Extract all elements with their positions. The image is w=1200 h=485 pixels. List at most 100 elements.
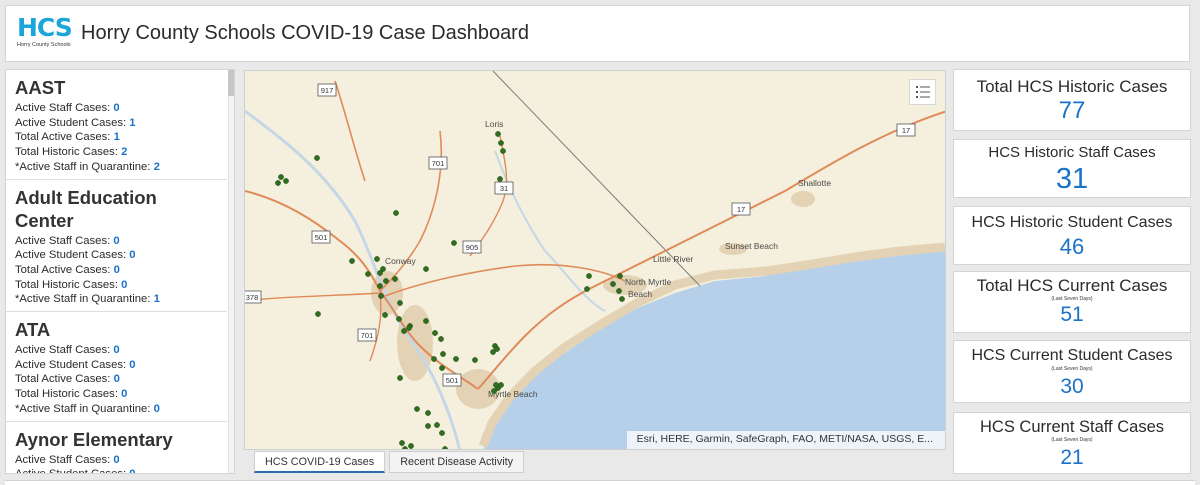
- case-marker[interactable]: [349, 258, 355, 264]
- case-marker[interactable]: [500, 148, 506, 154]
- case-marker[interactable]: [498, 140, 504, 146]
- case-marker[interactable]: [439, 365, 445, 371]
- place-label: Conway: [385, 256, 416, 266]
- indicator-historic-staff: HCS Historic Staff Cases 31: [953, 139, 1191, 198]
- indicator-value: 30: [1060, 375, 1084, 398]
- school-stat-row: *Active Staff in Quarantine: 1: [15, 292, 219, 307]
- case-marker[interactable]: [440, 351, 446, 357]
- case-marker[interactable]: [610, 281, 616, 287]
- case-marker[interactable]: [442, 446, 448, 450]
- case-marker[interactable]: [378, 293, 384, 299]
- case-marker[interactable]: [393, 210, 399, 216]
- case-marker[interactable]: [397, 375, 403, 381]
- svg-text:17: 17: [902, 126, 910, 135]
- case-marker[interactable]: [425, 410, 431, 416]
- case-marker[interactable]: [586, 273, 592, 279]
- case-marker[interactable]: [382, 312, 388, 318]
- case-marker[interactable]: [431, 356, 437, 362]
- school-stat-row: Total Historic Cases: 2: [15, 145, 219, 160]
- case-marker[interactable]: [314, 155, 320, 161]
- case-marker[interactable]: [401, 328, 407, 334]
- case-marker[interactable]: [396, 316, 402, 322]
- stat-label: *Active Staff in Quarantine:: [15, 402, 151, 415]
- school-stat-row: Active Staff Cases: 0: [15, 101, 219, 116]
- case-marker[interactable]: [406, 325, 412, 331]
- stat-label: *Active Staff in Quarantine:: [15, 293, 151, 306]
- svg-text:17: 17: [737, 205, 745, 214]
- school-card[interactable]: AAST Active Staff Cases: 0 Active Student …: [6, 70, 227, 180]
- case-marker[interactable]: [365, 271, 371, 277]
- case-map[interactable]: 917 17 701 31 17 501 905 378 701 501 Loris Shallot…: [244, 70, 946, 450]
- case-marker[interactable]: [275, 180, 281, 186]
- case-marker[interactable]: [392, 276, 398, 282]
- svg-text:905: 905: [466, 243, 479, 252]
- case-marker[interactable]: [497, 176, 503, 182]
- case-marker[interactable]: [438, 336, 444, 342]
- stat-label: *Active Staff in Quarantine:: [15, 160, 151, 173]
- case-marker[interactable]: [491, 388, 497, 394]
- case-marker[interactable]: [408, 443, 414, 449]
- indicator-value: 21: [1060, 446, 1084, 469]
- case-marker[interactable]: [425, 423, 431, 429]
- dashboard-header: HCS Horry County Schools Horry County Sc…: [5, 5, 1190, 62]
- map-attribution[interactable]: Esri, HERE, Garmin, SafeGraph, FAO, METI…: [626, 431, 945, 449]
- indicator-historic-student: HCS Historic Student Cases 46: [953, 206, 1191, 265]
- layer-list-icon: [915, 86, 930, 98]
- school-stat-row: Active Student Cases: 0: [15, 358, 219, 373]
- case-marker[interactable]: [472, 357, 478, 363]
- stat-value: 1: [113, 131, 120, 144]
- case-marker[interactable]: [453, 356, 459, 362]
- school-stat-row: Total Historic Cases: 0: [15, 278, 219, 293]
- case-marker[interactable]: [278, 174, 284, 180]
- school-card[interactable]: Adult Education Center Active Staff Cases…: [6, 180, 227, 313]
- case-marker[interactable]: [402, 446, 408, 450]
- school-card[interactable]: ATA Active Staff Cases: 0 Active Student C…: [6, 312, 227, 422]
- indicator-title: HCS Historic Staff Cases: [988, 144, 1156, 161]
- list-scrollbar[interactable]: [228, 70, 234, 473]
- case-marker[interactable]: [498, 382, 504, 388]
- indicator-current-staff: HCS Current Staff Cases (Last Seven Days…: [953, 412, 1191, 474]
- case-marker[interactable]: [493, 382, 499, 388]
- tab-hcs-covid-cases[interactable]: HCS COVID-19 Cases: [254, 451, 386, 473]
- case-marker[interactable]: [423, 266, 429, 272]
- case-marker[interactable]: [377, 270, 383, 276]
- case-marker[interactable]: [399, 440, 405, 446]
- school-card[interactable]: Aynor ElementaryActive Staff Cases: 0Act…: [6, 422, 227, 473]
- map-canvas[interactable]: 917 17 701 31 17 501 905 378 701 501 Loris Shallot…: [245, 71, 946, 450]
- case-marker[interactable]: [283, 178, 289, 184]
- case-marker[interactable]: [616, 288, 622, 294]
- case-marker[interactable]: [434, 422, 440, 428]
- stat-value: 1: [129, 116, 136, 129]
- case-marker[interactable]: [490, 349, 496, 355]
- river-waccamaw: [245, 109, 462, 449]
- indicator-total-current: Total HCS Current Cases (Last Seven Days…: [953, 271, 1191, 333]
- case-marker[interactable]: [451, 240, 457, 246]
- case-marker[interactable]: [397, 300, 403, 306]
- svg-text:701: 701: [432, 159, 445, 168]
- case-marker[interactable]: [383, 278, 389, 284]
- stat-label: Active Staff Cases:: [15, 344, 111, 357]
- school-list-panel[interactable]: AAST Active Staff Cases: 0 Active Student …: [5, 69, 235, 474]
- case-marker[interactable]: [617, 273, 623, 279]
- case-marker[interactable]: [374, 256, 380, 262]
- case-marker[interactable]: [414, 406, 420, 412]
- list-scrollbar-thumb[interactable]: [228, 70, 234, 96]
- svg-text:501: 501: [446, 376, 459, 385]
- case-marker[interactable]: [377, 283, 383, 289]
- case-marker[interactable]: [584, 286, 590, 292]
- case-marker[interactable]: [315, 311, 321, 317]
- school-stat-row: Active Staff Cases: 0: [15, 453, 219, 468]
- case-marker[interactable]: [423, 318, 429, 324]
- tab-recent-disease-activity[interactable]: Recent Disease Activity: [389, 451, 525, 473]
- case-marker[interactable]: [432, 330, 438, 336]
- place-label: Shallotte: [798, 178, 831, 188]
- logo-subtitle: Horry County Schools: [17, 41, 71, 48]
- case-marker[interactable]: [439, 430, 445, 436]
- stat-value: 0: [129, 249, 136, 262]
- layer-list-button[interactable]: [909, 79, 936, 105]
- route-shield: 378: [245, 290, 262, 304]
- stat-value: 2: [153, 160, 160, 173]
- case-marker[interactable]: [619, 296, 625, 302]
- logo-mark: HCS: [17, 12, 73, 42]
- case-marker[interactable]: [495, 131, 501, 137]
